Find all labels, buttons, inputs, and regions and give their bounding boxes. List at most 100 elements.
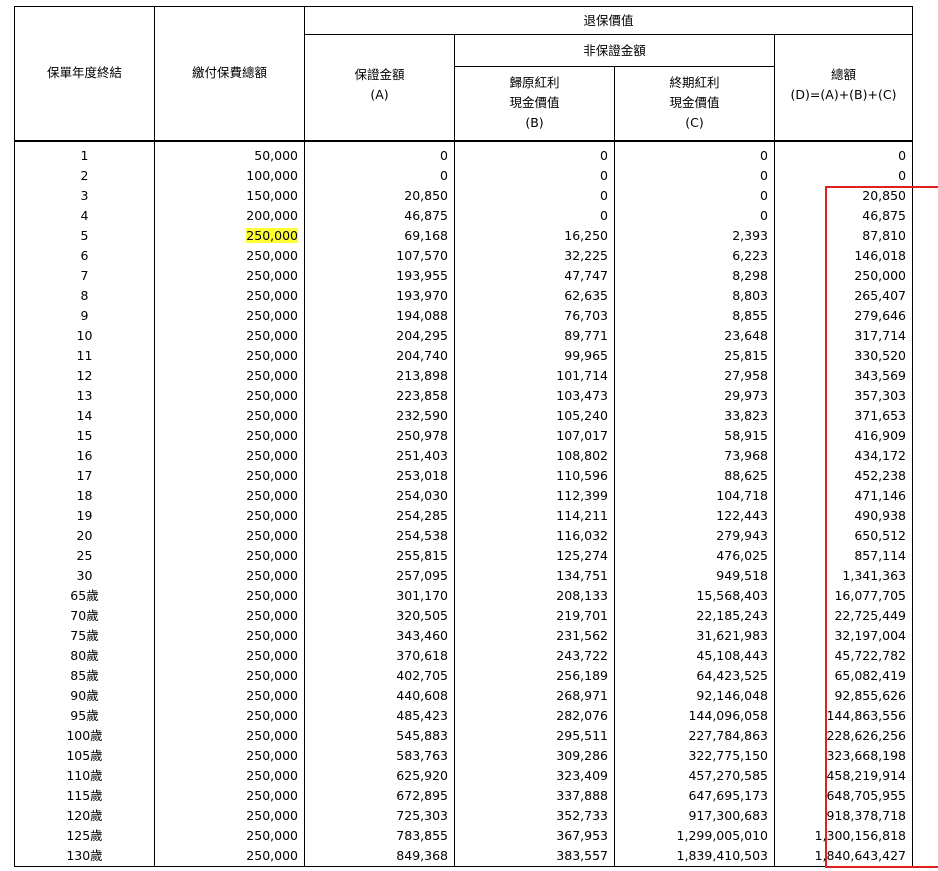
table-row: 17 250,000 253,018 110,596 88,625 452,238 (14, 465, 914, 486)
cell-value: 108,802 (556, 447, 608, 463)
cell-value: 31,621,983 (696, 627, 768, 643)
cell-value: 219,701 (556, 607, 608, 623)
cell-total-premium: 250,000 (154, 805, 305, 826)
cell-total-premium: 250,000 (154, 285, 305, 306)
cell-policy-year: 5 (14, 225, 155, 246)
cell-value: 8,855 (732, 307, 768, 323)
cell-value: 69,168 (404, 227, 448, 243)
cell-value: 46,875 (862, 207, 907, 223)
cell-value: 204,740 (396, 347, 448, 363)
cell-value: 250,000 (246, 687, 298, 703)
cell-value: 250,000 (246, 527, 298, 543)
cell-total: 32,197,004 (773, 625, 914, 646)
cell-value: 116,032 (556, 527, 608, 543)
cell-guaranteed: 254,285 (304, 505, 455, 526)
cell-reversionary-bonus: 103,473 (454, 385, 615, 406)
cell-value: 250,000 (246, 467, 298, 483)
cell-value: 25,815 (724, 347, 768, 363)
cell-value: 1,341,363 (842, 567, 907, 583)
cell-total: 857,114 (773, 545, 914, 566)
header-total-premium: 繳付保費總額 (154, 6, 305, 142)
cell-policy-year: 20 (14, 525, 155, 546)
cell-value: 309,286 (556, 747, 608, 763)
cell-value: 10 (76, 327, 93, 343)
header-policy-year: 保單年度終結 (14, 6, 155, 142)
cell-value: 16,250 (564, 227, 608, 243)
cell-total-premium: 250,000 (154, 325, 305, 346)
cell-value: 12 (76, 367, 93, 383)
table-row: 125歲 250,000 783,855 367,953 1,299,005,010 1,… (14, 825, 914, 846)
cell-value: 204,295 (396, 327, 448, 343)
cell-total: 46,875 (773, 205, 914, 226)
cell-value: 357,303 (854, 387, 907, 403)
cell-guaranteed: 204,295 (304, 325, 455, 346)
cell-total-premium: 250,000 (154, 585, 305, 606)
table-row: 105歲 250,000 583,763 309,286 322,775,150 323,… (14, 745, 914, 766)
cell-value: 114,211 (556, 507, 608, 523)
cell-total-premium: 250,000 (154, 845, 305, 867)
cell-value: 0 (760, 207, 768, 223)
cell-policy-year: 14 (14, 405, 155, 426)
cell-policy-year: 15 (14, 425, 155, 446)
cell-policy-year: 80歲 (14, 645, 155, 666)
table-row: 16 250,000 251,403 108,802 73,968 434,172 (14, 445, 914, 466)
cell-guaranteed: 204,740 (304, 345, 455, 366)
cell-value: 105歲 (66, 747, 103, 763)
cell-policy-year: 100歲 (14, 725, 155, 746)
cell-value: 193,970 (396, 287, 448, 303)
header-guaranteed-amount: 保證金額 (A) (304, 34, 455, 142)
table-row: 8 250,000 193,970 62,635 8,803 265,407 (14, 285, 914, 306)
cell-terminal-bonus: 2,393 (614, 225, 775, 246)
cell-total-premium: 250,000 (154, 705, 305, 726)
cell-value: 92,146,048 (696, 687, 768, 703)
cell-total: 317,714 (773, 325, 914, 346)
cell-guaranteed: 440,608 (304, 685, 455, 706)
cell-policy-year: 25 (14, 545, 155, 566)
cell-guaranteed: 255,815 (304, 545, 455, 566)
cell-value: 251,403 (396, 447, 448, 463)
cell-value: 99,965 (564, 347, 608, 363)
cell-reversionary-bonus: 309,286 (454, 745, 615, 766)
cell-value: 150,000 (246, 187, 298, 203)
cell-total: 343,569 (773, 365, 914, 386)
cell-reversionary-bonus: 0 (454, 185, 615, 206)
cell-reversionary-bonus: 243,722 (454, 645, 615, 666)
cell-guaranteed: 0 (304, 165, 455, 186)
cell-value: 0 (600, 187, 608, 203)
table-body: 1 50,000 0 0 0 0 2 100,000 0 0 0 0 3 150,000 20,850 0 0 2… (14, 140, 914, 867)
cell-terminal-bonus: 227,784,863 (614, 725, 775, 746)
table-row: 100歲 250,000 545,883 295,511 227,784,863 228,… (14, 725, 914, 746)
cell-guaranteed: 107,570 (304, 245, 455, 266)
cell-total: 16,077,705 (773, 585, 914, 606)
cell-total-premium: 250,000 (154, 785, 305, 806)
cell-total: 416,909 (773, 425, 914, 446)
cell-guaranteed: 253,018 (304, 465, 455, 486)
header-terminal-line3: (C) (685, 115, 704, 130)
cell-value: 2 (80, 167, 89, 183)
cell-reversionary-bonus: 107,017 (454, 425, 615, 446)
cell-total-premium: 250,000 (154, 745, 305, 766)
cell-guaranteed: 0 (304, 140, 455, 166)
cell-guaranteed: 370,618 (304, 645, 455, 666)
cell-policy-year: 65歲 (14, 585, 155, 606)
cell-value: 457,270,585 (688, 767, 768, 783)
cell-value: 144,096,058 (688, 707, 768, 723)
cell-value: 27,958 (724, 367, 768, 383)
header-total-line1: 總額 (831, 67, 857, 82)
header-reversionary-line3: (B) (525, 115, 544, 130)
cell-terminal-bonus: 0 (614, 185, 775, 206)
table-row: 6 250,000 107,570 32,225 6,223 146,018 (14, 245, 914, 266)
cell-value: 20 (76, 527, 93, 543)
cell-value: 58,915 (724, 427, 768, 443)
cell-value: 402,705 (396, 667, 448, 683)
cell-policy-year: 10 (14, 325, 155, 346)
table-row: 130歲 250,000 849,368 383,557 1,839,410,503 1,… (14, 845, 914, 867)
cell-value: 783,855 (396, 827, 448, 843)
cell-value: 257,095 (396, 567, 448, 583)
cell-total: 92,855,626 (773, 685, 914, 706)
cell-value: 32,225 (564, 247, 608, 263)
cell-value: 371,653 (854, 407, 907, 423)
cell-terminal-bonus: 88,625 (614, 465, 775, 486)
cell-value: 120歲 (66, 807, 103, 823)
cell-total: 357,303 (773, 385, 914, 406)
